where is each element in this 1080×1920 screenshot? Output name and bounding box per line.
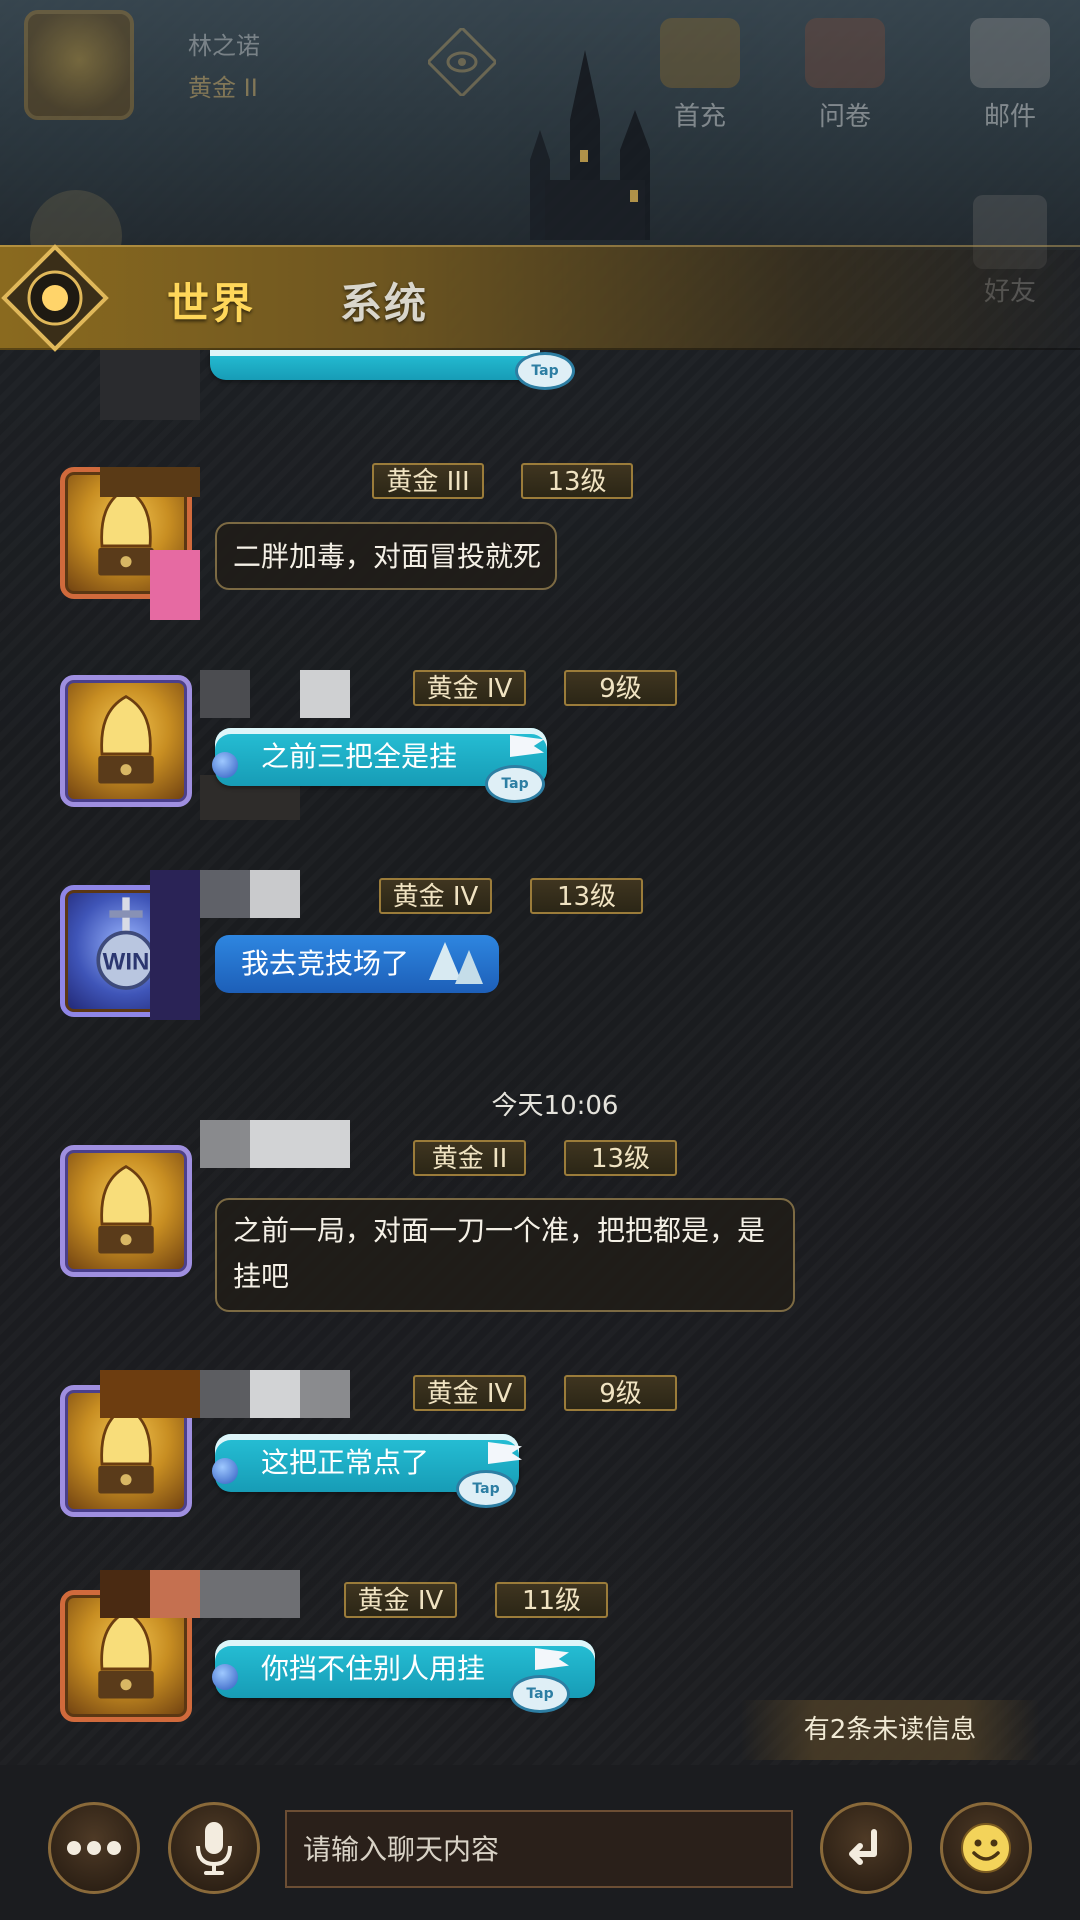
eye-icon[interactable] — [428, 28, 496, 96]
mail-label: 邮件 — [983, 102, 1036, 132]
censored-avatar-block — [100, 350, 200, 420]
censored-name-block — [150, 550, 200, 620]
hooded-book-avatar-icon — [98, 1165, 154, 1254]
censored-name-block — [300, 1370, 350, 1418]
tap-badge[interactable]: Tap — [485, 765, 545, 803]
tap-badge[interactable]: Tap — [515, 352, 575, 390]
censored-name-block — [150, 870, 200, 1020]
tap-badge[interactable]: Tap — [510, 1675, 570, 1713]
microphone-icon — [196, 1822, 232, 1875]
game-scene-backdrop — [0, 0, 1080, 250]
send-button[interactable] — [820, 1802, 912, 1894]
mail-icon — [970, 18, 1050, 88]
survey-icon — [805, 18, 885, 88]
level-tag: 11级 — [495, 1582, 608, 1618]
tab-system[interactable]: 系统 — [340, 270, 428, 331]
tab-world[interactable]: 世界 — [167, 270, 255, 331]
more-icon — [67, 1841, 121, 1855]
rank-tag: 黄金 II — [413, 1140, 526, 1176]
survey-label: 问卷 — [818, 102, 871, 132]
rank-tag: 黄金 IV — [413, 670, 526, 706]
chat-tab-bar — [0, 245, 1080, 350]
balloon-icon — [212, 1664, 238, 1690]
censored-name-block — [100, 1570, 150, 1618]
balloon-icon — [212, 1458, 238, 1484]
avatar[interactable] — [60, 675, 192, 807]
mail-button[interactable]: 邮件 — [955, 18, 1065, 148]
level-tag: 9级 — [564, 670, 677, 706]
unread-messages-button[interactable]: 有2条未读信息 — [740, 1700, 1040, 1760]
svg-text:WIN: WIN — [103, 948, 150, 975]
message-bubble-clipped — [210, 350, 540, 380]
rank-tag: 黄金 IV — [344, 1582, 457, 1618]
balloon-icon — [212, 752, 238, 778]
more-button[interactable] — [48, 1802, 140, 1894]
censored-name-block — [200, 1120, 250, 1168]
voice-button[interactable] — [168, 1802, 260, 1894]
level-tag: 9级 — [564, 1375, 677, 1411]
level-tag: 13级 — [521, 463, 633, 499]
player-avatar[interactable] — [24, 10, 134, 120]
level-tag: 13级 — [564, 1140, 677, 1176]
first-recharge-button[interactable]: 首充 — [645, 18, 755, 148]
timestamp-day: 今天 — [491, 1091, 544, 1121]
censored-name-block — [200, 1370, 250, 1418]
censored-name-block — [200, 1570, 300, 1618]
chat-timestamp: 今天10:06 — [0, 1085, 1080, 1122]
timestamp-time: 10:06 — [543, 1091, 619, 1121]
snow-tree-icon — [429, 942, 483, 984]
emoji-icon — [961, 1823, 1011, 1873]
avatar[interactable] — [60, 1145, 192, 1277]
level-tag: 13级 — [530, 878, 643, 914]
censored-name-block — [150, 1570, 200, 1618]
emoji-button[interactable] — [940, 1802, 1032, 1894]
hooded-book-avatar-icon — [98, 695, 154, 784]
chat-message-input[interactable] — [285, 1810, 793, 1888]
message-bubble: 二胖加毒，对面冒投就死 — [215, 522, 558, 590]
player-rank: 黄金 II — [188, 74, 258, 102]
player-name: 林之诺 — [188, 32, 260, 60]
gift-icon — [660, 18, 740, 88]
rank-tag: 黄金 III — [372, 463, 484, 499]
censored-name-block — [100, 467, 200, 497]
censored-name-block — [250, 1370, 300, 1418]
sun-moon-emblem-icon[interactable] — [0, 243, 110, 353]
rank-tag: 黄金 IV — [413, 1375, 526, 1411]
censored-name-block — [200, 870, 250, 918]
censored-name-block — [200, 670, 250, 718]
censored-name-block — [250, 1120, 350, 1168]
message-bubble: 之前一局，对面一刀一个准，把把都是，是挂吧 — [215, 1198, 795, 1312]
censored-name-block — [100, 1370, 200, 1418]
censored-name-block — [250, 870, 300, 918]
tap-badge[interactable]: Tap — [456, 1470, 516, 1508]
censored-name-block — [300, 670, 350, 718]
send-icon — [849, 1829, 877, 1865]
first-recharge-label: 首充 — [673, 102, 726, 132]
rank-tag: 黄金 IV — [379, 878, 492, 914]
survey-button[interactable]: 问卷 — [790, 18, 900, 148]
